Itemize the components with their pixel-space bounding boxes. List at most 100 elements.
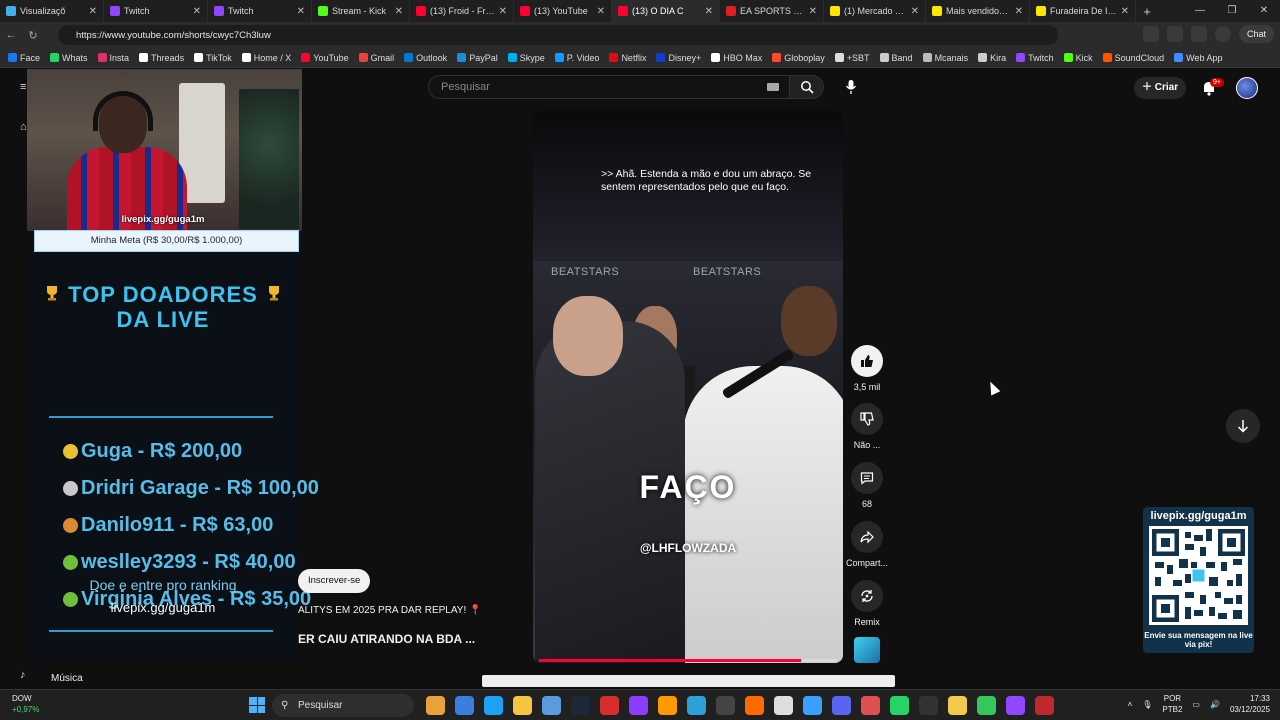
subscribe-button[interactable]: Inscrever-se xyxy=(298,569,371,593)
bookmark-item[interactable]: Web App xyxy=(1174,53,1223,63)
search-button[interactable] xyxy=(790,75,824,99)
keyboard-icon[interactable] xyxy=(767,83,779,91)
taskbar-app-icon[interactable] xyxy=(832,696,851,715)
close-icon[interactable]: ✕ xyxy=(1248,0,1280,22)
bookmark-item[interactable]: P. Video xyxy=(554,53,599,63)
taskbar-app-icon[interactable] xyxy=(977,696,996,715)
browser-tab[interactable]: Mais vendidos | M ✕ xyxy=(926,0,1030,22)
voice-search-button[interactable] xyxy=(838,75,864,99)
new-tab-icon[interactable]: + xyxy=(1136,4,1158,19)
copilot-chat-button[interactable]: Chat xyxy=(1238,25,1274,43)
create-button[interactable]: ＋ Criar xyxy=(1134,77,1187,99)
taskbar-app-icon[interactable] xyxy=(484,696,503,715)
taskbar-search[interactable]: ⚲ Pesquisar xyxy=(272,694,414,717)
bookmark-item[interactable]: Face xyxy=(8,53,40,63)
browser-tab[interactable]: Furadeira De Imp ✕ xyxy=(1030,0,1136,22)
extension-icon[interactable] xyxy=(1166,26,1183,42)
bookmark-item[interactable]: TikTok xyxy=(194,53,232,63)
minimize-icon[interactable]: — xyxy=(1184,0,1216,22)
bookmark-item[interactable]: HBO Max xyxy=(711,53,762,63)
taskbar-app-icon[interactable] xyxy=(919,696,938,715)
back-icon[interactable]: ← xyxy=(0,29,22,41)
bookmark-item[interactable]: Insta xyxy=(97,53,129,63)
close-tab-icon[interactable]: ✕ xyxy=(809,6,817,17)
taskbar-app-icon[interactable] xyxy=(542,696,561,715)
taskbar-app-icon[interactable] xyxy=(513,696,532,715)
bookmark-item[interactable]: Whats xyxy=(50,53,88,63)
bookmark-item[interactable]: Outlook xyxy=(404,53,447,63)
share-button[interactable]: Compart... xyxy=(846,521,888,568)
music-icon[interactable]: ♪ xyxy=(20,669,32,681)
horizontal-scrollbar[interactable] xyxy=(482,675,895,687)
bookmark-item[interactable]: Kira xyxy=(978,53,1006,63)
browser-tab[interactable]: Twitch ✕ xyxy=(104,0,208,22)
bookmark-item[interactable]: YouTube xyxy=(301,53,349,63)
profile-icon[interactable] xyxy=(1214,26,1231,42)
language-indicator[interactable]: POR PTB2 xyxy=(1162,693,1182,715)
close-tab-icon[interactable]: ✕ xyxy=(705,6,713,17)
close-tab-icon[interactable]: ✕ xyxy=(911,6,919,17)
bookmark-item[interactable]: SoundCloud xyxy=(1102,53,1164,63)
sound-thumbnail[interactable] xyxy=(854,637,880,663)
search-input[interactable]: Pesquisar xyxy=(428,75,790,99)
taskbar-app-icon[interactable] xyxy=(890,696,909,715)
close-tab-icon[interactable]: ✕ xyxy=(89,6,97,17)
stock-widget[interactable]: DOW +0,97% xyxy=(12,693,39,715)
taskbar-app-icon[interactable] xyxy=(745,696,764,715)
bookmark-item[interactable]: PayPal xyxy=(457,53,498,63)
taskbar-app-icon[interactable] xyxy=(426,696,445,715)
like-button[interactable]: 3,5 mil xyxy=(846,345,888,392)
short-description[interactable]: ALITYS EM 2025 PRA DAR REPLAY! 📍 xyxy=(298,605,481,616)
clock[interactable]: 17:33 03/12/2025 xyxy=(1230,693,1270,715)
network-icon[interactable]: ▭ xyxy=(1192,700,1200,709)
volume-icon[interactable]: 🔊 xyxy=(1210,700,1220,709)
dislike-button[interactable]: Não ... xyxy=(846,403,888,450)
taskbar-app-icon[interactable] xyxy=(658,696,677,715)
bookmark-item[interactable]: Twitch xyxy=(1016,53,1054,63)
close-tab-icon[interactable]: ✕ xyxy=(297,6,305,17)
bookmark-item[interactable]: Globoplay xyxy=(772,53,825,63)
taskbar-app-icon[interactable] xyxy=(948,696,967,715)
short-title[interactable]: ER CAIU ATIRANDO NA BDA ... xyxy=(298,632,475,646)
close-tab-icon[interactable]: ✕ xyxy=(597,6,605,17)
bookmark-item[interactable]: Band xyxy=(879,53,913,63)
bookmark-item[interactable]: Netflix xyxy=(609,53,646,63)
bookmark-item[interactable]: Kick xyxy=(1063,53,1093,63)
taskbar-app-icon[interactable] xyxy=(629,696,648,715)
close-tab-icon[interactable]: ✕ xyxy=(1015,6,1023,17)
extension-icon[interactable] xyxy=(1142,26,1159,42)
taskbar-app-icon[interactable] xyxy=(774,696,793,715)
browser-tab[interactable]: (13) YouTube ✕ xyxy=(514,0,612,22)
close-tab-icon[interactable]: ✕ xyxy=(395,6,403,17)
browser-tab[interactable]: Stream - Kick ✕ xyxy=(312,0,410,22)
taskbar-app-icon[interactable] xyxy=(1035,696,1054,715)
chevron-up-icon[interactable]: ˄ xyxy=(1128,700,1133,709)
taskbar-app-icon[interactable] xyxy=(687,696,706,715)
browser-tab[interactable]: EA SPORTS FC 26 ✕ xyxy=(720,0,824,22)
close-tab-icon[interactable]: ✕ xyxy=(1121,6,1129,17)
short-video-player[interactable]: >> Ahã. Estenda a mão e dou um abraço. S… xyxy=(533,111,843,663)
avatar[interactable] xyxy=(1236,77,1258,99)
comments-button[interactable]: 68 xyxy=(846,462,888,509)
video-progress-bar[interactable] xyxy=(539,659,837,662)
bookmark-item[interactable]: Mcanais xyxy=(922,53,968,63)
taskbar-app-icon[interactable] xyxy=(1006,696,1025,715)
browser-tab[interactable]: (13) O DIA C ✕ xyxy=(612,0,720,22)
browser-tab[interactable]: Visualizaçõ ✕ xyxy=(0,0,104,22)
next-short-button[interactable] xyxy=(1226,409,1260,443)
taskbar-app-icon[interactable] xyxy=(455,696,474,715)
taskbar-app-icon[interactable] xyxy=(716,696,735,715)
bookmark-item[interactable]: Skype xyxy=(507,53,545,63)
taskbar-app-icon[interactable] xyxy=(600,696,619,715)
taskbar-app-icon[interactable] xyxy=(803,696,822,715)
browser-tab[interactable]: (13) Froid - Fran ✕ xyxy=(410,0,514,22)
bookmark-item[interactable]: Disney+ xyxy=(656,53,701,63)
bookmark-item[interactable]: Home / X xyxy=(241,53,291,63)
bookmark-item[interactable]: Threads xyxy=(139,53,184,63)
reload-icon[interactable]: ↻ xyxy=(22,29,44,42)
favorites-icon[interactable] xyxy=(1190,26,1207,42)
url-field[interactable]: https://www.youtube.com/shorts/cwyc7Ch3l… xyxy=(58,25,1058,45)
restore-icon[interactable]: ❐ xyxy=(1216,0,1248,22)
start-button[interactable] xyxy=(249,697,265,713)
bookmark-item[interactable]: +SBT xyxy=(834,53,870,63)
